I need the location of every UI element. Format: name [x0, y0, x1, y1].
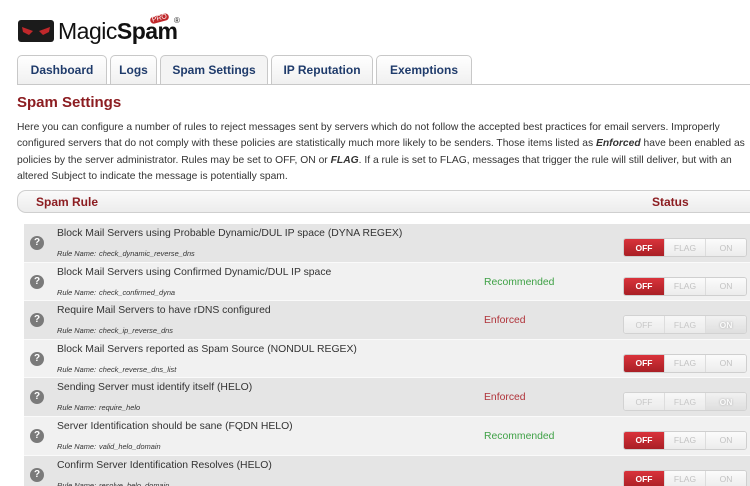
toggle-flag-button[interactable]: FLAG [665, 470, 706, 486]
policy-label: Recommended [484, 276, 555, 288]
toggle-on-button[interactable]: ON [706, 431, 746, 449]
status-toggle: OFF FLAG ON [623, 353, 747, 373]
tab-spam-settings[interactable]: Spam Settings [160, 55, 268, 84]
magicspam-logo: MagicSpam PRO ® [17, 12, 180, 49]
status-toggle: OFF FLAG ON [623, 276, 747, 296]
rule-name-value: check_reverse_dns_list [99, 364, 177, 374]
rule-name: Rule Name: check_dynamic_reverse_dns [57, 249, 195, 258]
toggle-flag-button[interactable]: FLAG [665, 354, 706, 372]
toggle-on-button[interactable]: ON [706, 277, 746, 295]
column-header-spam-rule: Spam Rule [36, 195, 99, 209]
toggle-on-button[interactable]: ON [706, 393, 746, 411]
rule-name: Rule Name: resolve_helo_domain [57, 481, 169, 486]
rule-name-value: valid_helo_domain [99, 441, 161, 451]
rule-row: ? Block Mail Servers reported as Spam Sou… [24, 339, 750, 379]
rule-row: ? Confirm Server Identification Resolves … [24, 455, 750, 486]
status-toggle: OFF FLAG ON [623, 238, 747, 257]
rule-name-value: check_ip_reverse_dns [99, 326, 173, 336]
registered-mark: ® [174, 16, 180, 25]
intro-text: Here you can configure a number of rules… [17, 122, 745, 182]
rule-name-label: Rule Name: [57, 249, 97, 258]
rules-table-header: Spam Rule Status [17, 190, 750, 213]
rule-row: ? Block Mail Servers using Confirmed Dyna… [24, 262, 750, 302]
toggle-flag-button[interactable]: FLAG [665, 277, 706, 295]
rule-row: ? Block Mail Servers using Probable Dynam… [24, 224, 750, 263]
rule-name-label: Rule Name: [57, 403, 97, 413]
status-toggle: OFF FLAG ON [623, 315, 747, 335]
rule-row: ? Require Mail Servers to have rDNS confi… [24, 301, 750, 340]
status-toggle: OFF FLAG ON [623, 392, 747, 412]
rule-name-value: check_dynamic_reverse_dns [99, 249, 195, 258]
nav-tabs: Dashboard Logs Spam Settings IP Reputati… [17, 55, 475, 84]
rule-name: Rule Name: check_confirmed_dyna [57, 288, 175, 297]
rule-title: Confirm Server Identification Resolves (… [57, 459, 272, 471]
rule-title: Block Mail Servers using Probable Dynami… [57, 228, 403, 239]
tab-ip-reputation[interactable]: IP Reputation [271, 55, 373, 84]
rule-name: Rule Name: valid_helo_domain [57, 442, 161, 451]
rule-name: Rule Name: require_helo [57, 403, 140, 412]
rule-name: Rule Name: check_ip_reverse_dns [57, 326, 173, 335]
toggle-off-button[interactable]: OFF [624, 431, 665, 449]
toggle-flag-button[interactable]: FLAG [665, 239, 706, 256]
rule-name-label: Rule Name: [57, 364, 97, 374]
status-toggle: OFF FLAG ON [623, 469, 747, 486]
toggle-on-button[interactable]: ON [706, 354, 746, 372]
rules-list: ? Block Mail Servers using Probable Dynam… [24, 224, 750, 486]
toggle-off-button[interactable]: OFF [624, 393, 665, 411]
mask-logo-icon [18, 20, 54, 42]
toggle-off-button[interactable]: OFF [624, 277, 665, 295]
toggle-on-button[interactable]: ON [706, 470, 746, 486]
toggle-flag-button[interactable]: FLAG [665, 431, 706, 449]
help-icon[interactable]: ? [30, 313, 44, 328]
rule-name-value: check_confirmed_dyna [99, 287, 176, 297]
help-icon[interactable]: ? [30, 236, 44, 250]
toggle-on-button[interactable]: ON [706, 316, 746, 334]
toggle-flag-button[interactable]: FLAG [665, 393, 706, 411]
tab-exemptions[interactable]: Exemptions [376, 55, 472, 84]
toggle-off-button[interactable]: OFF [624, 470, 665, 486]
tab-logs[interactable]: Logs [110, 55, 157, 84]
rule-title: Sending Server must identify itself (HEL… [57, 382, 253, 394]
column-header-status: Status [652, 195, 689, 209]
rule-row: ? Sending Server must identify itself (HE… [24, 378, 750, 417]
policy-label: Enforced [484, 315, 526, 327]
rule-name-value: require_helo [99, 403, 141, 413]
rule-name-label: Rule Name: [57, 441, 97, 451]
tab-dashboard[interactable]: Dashboard [17, 55, 107, 84]
toggle-on-button[interactable]: ON [706, 239, 746, 256]
help-icon[interactable]: ? [30, 351, 44, 366]
page-title: Spam Settings [17, 94, 122, 111]
tabs-divider [17, 84, 750, 85]
help-icon[interactable]: ? [30, 274, 44, 289]
toggle-off-button[interactable]: OFF [624, 354, 665, 372]
toggle-off-button[interactable]: OFF [624, 239, 665, 256]
toggle-off-button[interactable]: OFF [624, 316, 665, 334]
status-toggle: OFF FLAG ON [623, 430, 747, 450]
rule-row: ? Server Identification should be sane (F… [24, 416, 750, 456]
rule-name-label: Rule Name: [57, 326, 97, 336]
help-icon[interactable]: ? [30, 390, 44, 405]
rule-title: Server Identification should be sane (FQ… [57, 420, 293, 432]
rule-title: Block Mail Servers using Confirmed Dynam… [57, 266, 332, 278]
rule-title: Block Mail Servers reported as Spam Sour… [57, 343, 357, 355]
policy-label: Enforced [484, 392, 526, 404]
help-icon[interactable]: ? [30, 467, 44, 482]
rule-title: Require Mail Servers to have rDNS config… [57, 305, 271, 317]
toggle-flag-button[interactable]: FLAG [665, 316, 706, 334]
rule-name-label: Rule Name: [57, 480, 97, 486]
rule-name-value: resolve_helo_domain [99, 480, 170, 486]
policy-label: Recommended [484, 430, 555, 442]
rule-name-label: Rule Name: [57, 287, 97, 297]
help-icon[interactable]: ? [30, 428, 44, 443]
rule-name: Rule Name: check_reverse_dns_list [57, 365, 176, 374]
